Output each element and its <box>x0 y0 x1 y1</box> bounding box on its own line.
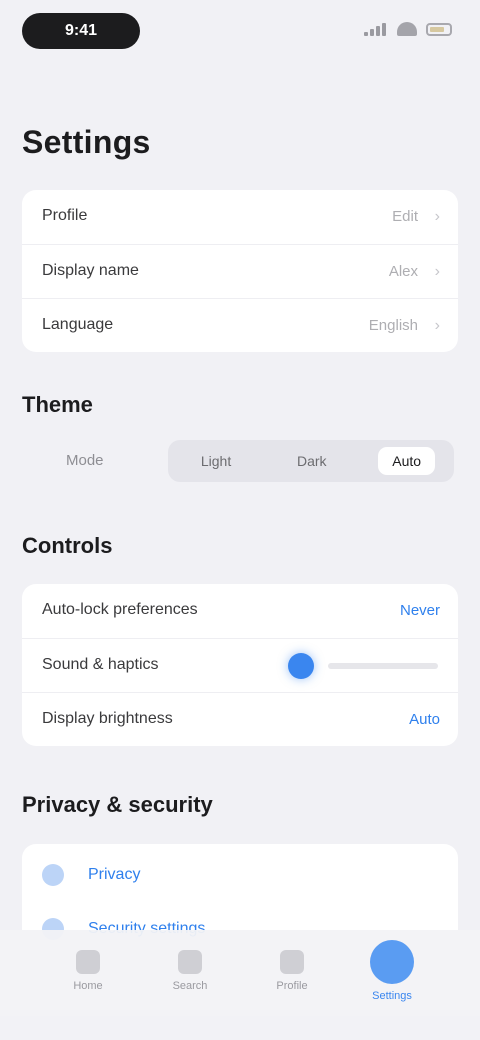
row-label: Display brightness <box>42 710 173 727</box>
sound-slider[interactable] <box>288 653 438 679</box>
chevron-right-icon: › <box>434 208 440 225</box>
row-label: Language <box>42 316 114 333</box>
tab-bar: Home Search Profile Settings <box>0 930 480 1040</box>
row-value: Edit <box>392 208 418 225</box>
tab-label: Search <box>172 980 208 992</box>
privacy-link[interactable]: Privacy <box>22 848 458 902</box>
slider-knob[interactable] <box>288 653 314 679</box>
section-title-theme: Theme <box>22 392 93 417</box>
row-value: Auto <box>409 711 440 728</box>
row-label: Sound & haptics <box>42 656 159 673</box>
status-icons <box>364 22 452 36</box>
slider-track[interactable] <box>328 663 438 669</box>
tab-search[interactable]: Search <box>160 950 220 992</box>
account-row-language[interactable]: Language English › <box>22 298 458 353</box>
gear-icon <box>370 940 414 984</box>
account-card: Profile Edit › Display name Alex › Langu… <box>22 190 458 352</box>
home-icon <box>76 950 100 974</box>
section-title-controls: Controls <box>22 533 113 558</box>
theme-option-dark[interactable]: Dark <box>283 447 341 475</box>
controls-card: Auto-lock preferences Never Sound & hapt… <box>22 584 458 746</box>
row-label: Auto-lock preferences <box>42 601 198 618</box>
tab-home[interactable]: Home <box>58 950 118 992</box>
wifi-icon <box>397 22 417 36</box>
section-title-privacy: Privacy & security <box>22 792 213 817</box>
lock-icon <box>42 864 64 886</box>
account-row-display-name[interactable]: Display name Alex › <box>22 244 458 299</box>
theme-segmented-control[interactable]: Light Dark Auto <box>168 440 454 482</box>
search-icon <box>178 950 202 974</box>
theme-option-auto[interactable]: Auto <box>378 447 436 475</box>
row-value: Never <box>399 602 440 619</box>
chevron-right-icon: › <box>434 317 440 334</box>
tab-label: Profile <box>276 980 308 992</box>
tab-settings[interactable]: Settings <box>362 940 422 1002</box>
page-title: Settings <box>22 124 151 160</box>
signal-icon <box>364 22 388 36</box>
controls-row-auto-lock[interactable]: Auto-lock preferences Never <box>22 584 458 638</box>
status-bar: 9:41 <box>0 0 480 64</box>
row-value: Alex <box>388 263 418 280</box>
account-row-profile[interactable]: Profile Edit › <box>22 190 458 244</box>
tab-label: Home <box>73 980 103 992</box>
theme-option-light[interactable]: Light <box>187 447 245 475</box>
theme-mode-label: Mode <box>66 452 104 469</box>
link-label: Privacy <box>88 866 141 883</box>
battery-icon <box>426 22 452 36</box>
person-icon <box>280 950 304 974</box>
row-value: English <box>368 317 418 334</box>
status-time: 9:41 <box>22 13 140 49</box>
tab-label: Settings <box>372 990 412 1002</box>
controls-row-sound: Sound & haptics <box>22 638 458 693</box>
row-label: Display name <box>42 262 139 279</box>
chevron-right-icon: › <box>434 263 440 280</box>
tab-profile[interactable]: Profile <box>262 950 322 992</box>
controls-row-brightness[interactable]: Display brightness Auto <box>22 692 458 747</box>
row-label: Profile <box>42 207 88 224</box>
